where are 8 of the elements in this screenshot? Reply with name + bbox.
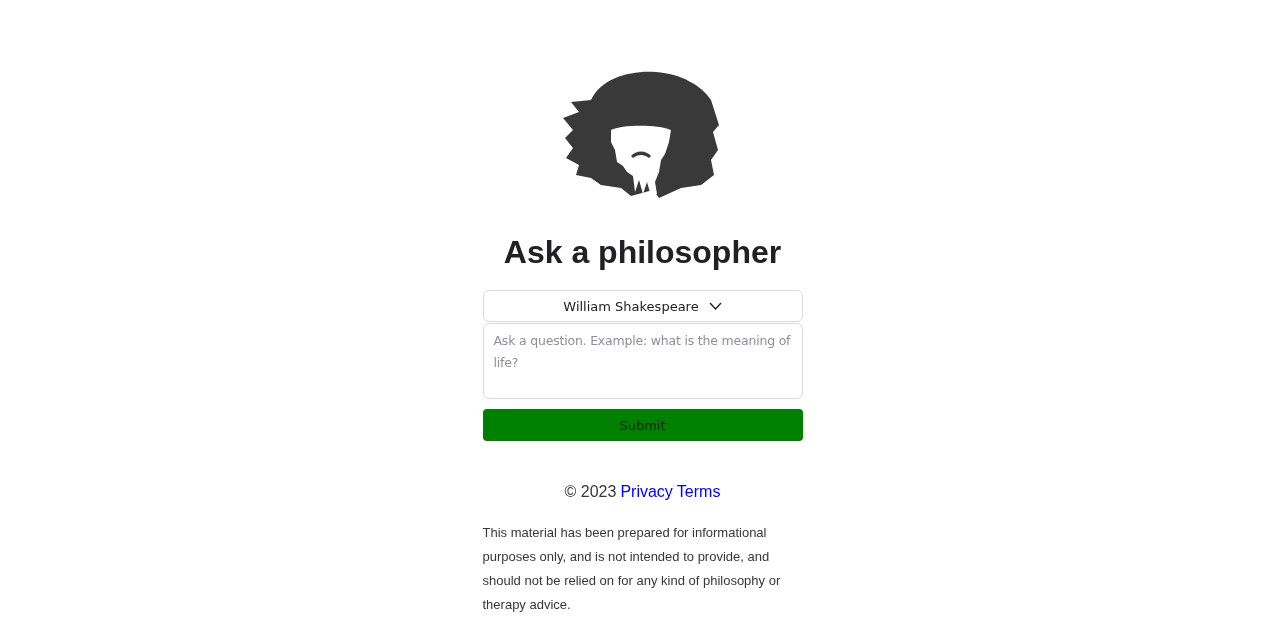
page-title: Ask a philosopher: [503, 234, 782, 270]
footer-link[interactable]: Terms: [676, 483, 721, 501]
disclaimer-text: This material has been prepared for informational purposes only, and is not intended to provide, and should not be relied on for any kind of philosophy or therapy advice.: [482, 524, 782, 614]
question-field[interactable]: Ask a question. Example: what is the meaning of life?: [482, 323, 803, 399]
philosopher-select[interactable]: William Shakespeare: [482, 290, 803, 322]
copyright-text: © 2023: [564, 483, 617, 501]
footer-link[interactable]: Privacy: [620, 483, 673, 501]
chevron-down-icon: [708, 302, 722, 310]
